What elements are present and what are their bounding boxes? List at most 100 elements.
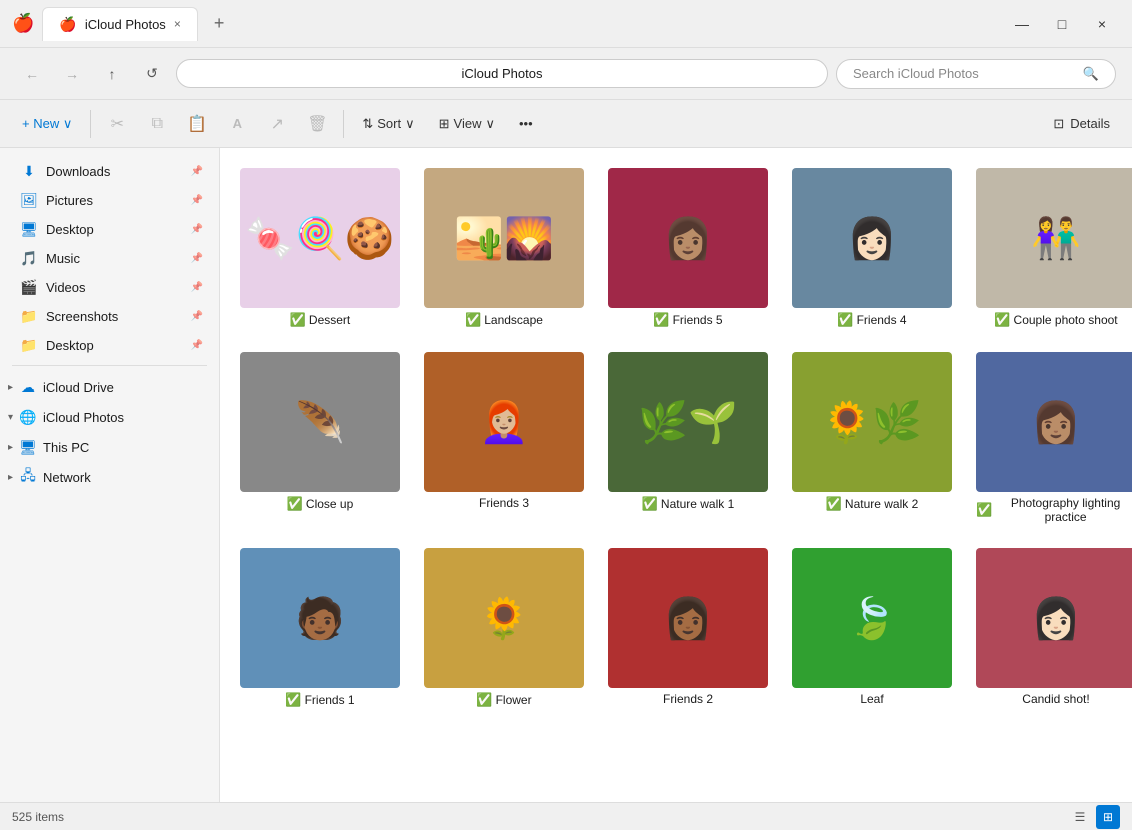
photo-item[interactable]: 🌻 ✅ Flower [420, 544, 588, 712]
photo-name: Friends 5 [673, 313, 723, 327]
close-window-button[interactable]: × [1084, 10, 1120, 38]
view-icon: ⊞ [439, 116, 450, 132]
sync-icon: ✅ [285, 692, 301, 708]
photo-item[interactable]: 🌿🌱 ✅ Nature walk 1 [604, 348, 772, 528]
sidebar-item-videos[interactable]: 🎬 Videos 📌 [4, 273, 215, 301]
sidebar-label-downloads: Downloads [46, 164, 110, 179]
sidebar-section-icloud-photos[interactable]: ▾ 🌐 iCloud Photos [0, 402, 219, 430]
list-view-icon: ☰ [1075, 810, 1086, 824]
photo-name: Friends 3 [479, 496, 529, 510]
copy-button[interactable]: ⧉ [139, 106, 175, 142]
sync-icon: ✅ [994, 312, 1010, 328]
sort-icon: ⇅ [362, 116, 373, 132]
sync-icon: ✅ [290, 312, 306, 328]
share-button[interactable]: ↗ [259, 106, 295, 142]
section-arrow-this-pc: ▸ [8, 442, 13, 453]
section-label-icloud-photos: iCloud Photos [43, 410, 124, 425]
sidebar-section-this-pc[interactable]: ▸ 🖥 This PC [0, 432, 219, 460]
content-area: 🍬🍭🍪 ✅ Dessert 🏜️🌄 ✅ Landscape 👩🏽 ✅ Frien… [220, 148, 1132, 802]
photo-name: Nature walk 1 [661, 497, 734, 511]
photo-name: Landscape [484, 313, 543, 327]
list-view-toggle[interactable]: ☰ [1068, 805, 1092, 829]
cut-button[interactable]: ✂ [99, 106, 135, 142]
titlebar: 🍎 🍎 iCloud Photos × + — □ × [0, 0, 1132, 48]
sort-button[interactable]: ⇅ Sort ∨ [352, 110, 424, 138]
sidebar-item-desktop[interactable]: 🖥 Desktop 📌 [4, 215, 215, 243]
details-button[interactable]: ⊡ Details [1043, 110, 1120, 138]
view-toggles: ☰ ⊞ [1068, 805, 1120, 829]
photo-item[interactable]: 🍃 Leaf [788, 544, 956, 712]
photo-item[interactable]: 🌻🌿 ✅ Nature walk 2 [788, 348, 956, 528]
more-button[interactable]: ••• [509, 110, 543, 137]
photo-name: Friends 2 [663, 692, 713, 706]
address-field[interactable]: iCloud Photos [176, 59, 828, 88]
sync-icon: ✅ [287, 496, 303, 512]
new-tab-button[interactable]: + [206, 9, 233, 38]
photo-item[interactable]: 👩🏼‍🦰 Friends 3 [420, 348, 588, 528]
rename-icon: A [233, 116, 242, 131]
browser-tab[interactable]: 🍎 iCloud Photos × [42, 7, 197, 41]
photo-item[interactable]: 👩🏽 ✅ Friends 5 [604, 164, 772, 332]
view-chevron-icon: ∨ [485, 116, 495, 132]
sidebar-item-screenshots[interactable]: 📁 Screenshots 📌 [4, 302, 215, 330]
pin-icon-pictures: 📌 [191, 195, 203, 206]
back-button[interactable]: ← [16, 58, 48, 90]
sync-icon: ✅ [976, 502, 992, 518]
toolbar-divider-2 [343, 110, 344, 138]
photo-item[interactable]: 👫 ✅ Couple photo shoot [972, 164, 1132, 332]
sidebar-label-music: Music [46, 251, 80, 266]
photo-item[interactable]: 👩🏾 Friends 2 [604, 544, 772, 712]
sync-icon: ✅ [653, 312, 669, 328]
sort-label: Sort [377, 116, 401, 131]
sidebar-item-music[interactable]: 🎵 Music 📌 [4, 244, 215, 272]
section-arrow-network: ▸ [8, 472, 13, 483]
section-arrow-icloud-drive: ▸ [8, 382, 13, 393]
sync-icon: ✅ [465, 312, 481, 328]
maximize-button[interactable]: □ [1044, 10, 1080, 38]
photo-item[interactable]: 🍬🍭🍪 ✅ Dessert [236, 164, 404, 332]
sidebar-item-downloads[interactable]: ⬇ Downloads 📌 [4, 157, 215, 185]
view-button[interactable]: ⊞ View ∨ [429, 110, 505, 138]
delete-button[interactable]: 🗑 [299, 106, 335, 142]
section-label-this-pc: This PC [43, 440, 89, 455]
photo-item[interactable]: 👩🏻 Candid shot! [972, 544, 1132, 712]
photo-item[interactable]: 🏜️🌄 ✅ Landscape [420, 164, 588, 332]
photo-label: ✅ Dessert [290, 312, 351, 328]
close-tab-button[interactable]: × [174, 17, 181, 31]
photo-item[interactable]: 👩🏻 ✅ Friends 4 [788, 164, 956, 332]
sidebar-section-icloud-drive[interactable]: ▸ ☁ iCloud Drive [0, 372, 219, 400]
sidebar-item-pictures[interactable]: 🖼 Pictures 📌 [4, 186, 215, 214]
pin-icon-videos: 📌 [191, 282, 203, 293]
refresh-button[interactable]: ↺ [136, 58, 168, 90]
sidebar-section-network[interactable]: ▸ 🖧 Network [0, 462, 219, 490]
minimize-button[interactable]: — [1004, 10, 1040, 38]
new-button-label: + New ∨ [22, 116, 72, 132]
photo-thumbnail: 👩🏾 [608, 548, 768, 688]
new-button[interactable]: + New ∨ [12, 110, 82, 138]
photo-grid-container: 🍬🍭🍪 ✅ Dessert 🏜️🌄 ✅ Landscape 👩🏽 ✅ Frien… [220, 148, 1132, 802]
photo-item[interactable]: 🪶 ✅ Close up [236, 348, 404, 528]
photo-thumbnail: 🍬🍭🍪 [240, 168, 400, 308]
photo-label: ✅ Landscape [465, 312, 543, 328]
photo-item[interactable]: 🧑🏾 ✅ Friends 1 [236, 544, 404, 712]
sidebar: ⬇ Downloads 📌 🖼 Pictures 📌 🖥 Desktop 📌 🎵… [0, 148, 220, 802]
tab-favicon: 🍎 [59, 16, 76, 33]
photo-thumbnail: 👩🏽 [608, 168, 768, 308]
photo-label: Leaf [860, 692, 883, 706]
rename-button[interactable]: A [219, 106, 255, 142]
up-button[interactable]: ↑ [96, 58, 128, 90]
view-label: View [454, 116, 482, 131]
photo-name: Leaf [860, 692, 883, 706]
section-arrow-icloud-photos: ▾ [8, 412, 13, 423]
photo-item[interactable]: 👩🏽 ✅ Photography lighting practice [972, 348, 1132, 528]
search-field[interactable]: Search iCloud Photos 🔍 [836, 59, 1116, 89]
photo-label: ✅ Nature walk 1 [642, 496, 735, 512]
sidebar-label-desktop: Desktop [46, 222, 94, 237]
forward-button[interactable]: → [56, 58, 88, 90]
search-icon: 🔍 [1083, 66, 1099, 82]
sidebar-item-desktop2[interactable]: 📁 Desktop 📌 [4, 331, 215, 359]
photo-thumbnail: 🌻🌿 [792, 352, 952, 492]
photo-label: ✅ Close up [287, 496, 354, 512]
paste-button[interactable]: 📋 [179, 106, 215, 142]
grid-view-toggle[interactable]: ⊞ [1096, 805, 1120, 829]
